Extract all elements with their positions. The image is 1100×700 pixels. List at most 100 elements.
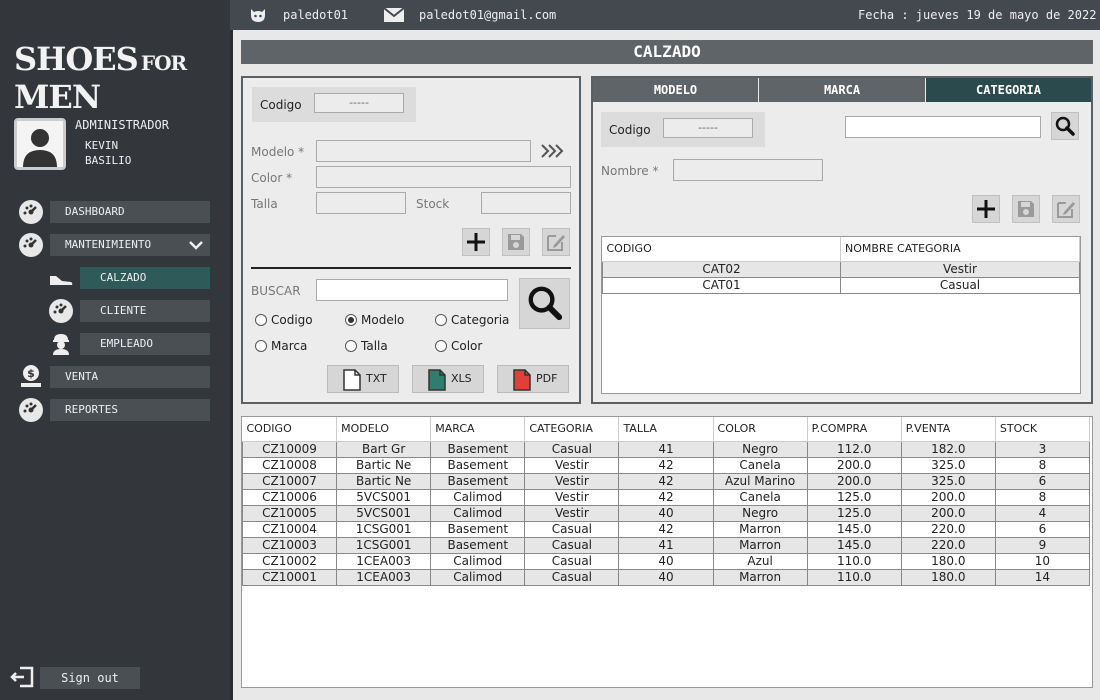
radio-talla[interactable]: Talla — [345, 339, 388, 355]
sidebar: SHOES FOR MEN ADMINISTRADOR KEVIN BASILI… — [0, 0, 230, 700]
edit-button[interactable] — [542, 228, 570, 256]
color-field[interactable] — [316, 166, 571, 188]
modelo-field[interactable] — [316, 140, 531, 162]
gauge-icon — [19, 233, 43, 257]
table-cell: CZ10008 — [241, 456, 338, 474]
stock-field[interactable] — [481, 192, 571, 214]
table-row[interactable]: CZ10007 Bartic Ne Basement Vestir 42 Azul Mar… — [241, 472, 1091, 490]
nav-dashboard[interactable]: DASHBOARD — [50, 201, 210, 223]
tab-marca[interactable]: MARCA — [759, 78, 925, 102]
talla-field[interactable] — [316, 192, 406, 214]
table-cell: 1CEA003 — [336, 568, 432, 586]
column-header[interactable]: MODELO — [336, 417, 432, 442]
column-header[interactable]: TALLA — [618, 417, 714, 442]
column-header[interactable]: NOMBRE CATEGORIA — [840, 237, 1080, 262]
table-cell: CZ10004 — [241, 520, 338, 538]
sign-out-button[interactable]: Sign out — [40, 667, 140, 689]
column-header[interactable]: CODIGO — [602, 237, 841, 262]
radio-categoria[interactable]: Categoria — [435, 313, 509, 329]
divider — [251, 267, 571, 269]
table-row[interactable]: CZ10004 1CSG001 Basement Casual 42 Marron 145.… — [241, 520, 1091, 538]
tab-categoria[interactable]: CATEGORIA — [926, 78, 1091, 102]
table-row[interactable]: CAT01 Casual — [602, 276, 1080, 294]
export-txt-button[interactable]: TXT — [327, 365, 399, 393]
table-row[interactable]: CZ10003 1CSG001 Basement Casual 41 Marron 145.… — [241, 536, 1091, 554]
topbar-username: paledot01 — [283, 8, 349, 22]
radio-dot-marca — [255, 340, 267, 352]
radio-dot-modelo — [345, 314, 357, 326]
table-cell: 9 — [994, 536, 1091, 554]
table-row[interactable]: CZ10005 5VCS001 Calimod Vestir 40 Negro 125.0 2… — [241, 504, 1091, 522]
edit-icon — [1057, 202, 1075, 218]
table-cell: Casual — [524, 552, 620, 570]
tab-modelo[interactable]: MODELO — [593, 78, 758, 102]
table-row[interactable]: CZ10008 Bartic Ne Basement Vestir 42 Canela 20… — [241, 456, 1091, 474]
github-icon — [248, 5, 268, 28]
main-content: CALZADO Codigo ----- Modelo * Color * Ta… — [230, 30, 1100, 700]
codigo-label: Codigo — [260, 98, 302, 112]
table-row[interactable]: CZ10001 1CEA003 Calimod Casual 40 Marron 110.0… — [241, 568, 1091, 586]
table-row[interactable]: CAT02 Vestir — [602, 260, 1080, 278]
table-cell: Calimod — [430, 568, 526, 586]
radio-modelo[interactable]: Modelo — [345, 313, 404, 329]
table-cell: Bart Gr — [336, 440, 432, 458]
table-cell: CZ10005 — [241, 504, 338, 522]
table-cell: CZ10007 — [241, 472, 338, 490]
table-cell: Vestir — [524, 472, 620, 490]
buscar-field[interactable] — [316, 279, 508, 301]
radio-codigo[interactable]: Codigo — [255, 313, 313, 329]
top-bar: paledot01 paledot01@gmail.com Fecha : ju… — [230, 0, 1100, 30]
column-header[interactable]: MARCA — [430, 417, 526, 442]
sign-out-icon[interactable] — [10, 665, 34, 689]
nav-venta[interactable]: VENTA — [50, 366, 210, 388]
export-pdf-button[interactable]: PDF — [497, 365, 569, 393]
table-cell: 8 — [994, 488, 1091, 506]
calzado-form-panel: Codigo ----- Modelo * Color * Talla Stoc… — [241, 76, 581, 404]
table-cell: 180.0 — [900, 568, 996, 586]
save-button[interactable] — [502, 228, 530, 256]
nav-calzado[interactable]: CALZADO — [80, 267, 210, 289]
table-cell: CZ10001 — [241, 568, 338, 586]
export-xls-button[interactable]: XLS — [412, 365, 484, 393]
radio-color[interactable]: Color — [435, 339, 482, 355]
search-button[interactable] — [519, 278, 570, 329]
search-icon — [1055, 116, 1075, 136]
column-header[interactable]: P.COMPRA — [807, 417, 902, 442]
categoria-table: CODIGO NOMBRE CATEGORIA CAT02 Vestir CAT… — [601, 236, 1081, 394]
table-cell: 200.0 — [806, 456, 902, 474]
table-row[interactable]: CZ10002 1CEA003 Calimod Casual 40 Azul 110.0 18… — [241, 552, 1091, 570]
column-header[interactable]: STOCK — [995, 417, 1091, 442]
table-cell: Vestir — [524, 504, 620, 522]
nav-reportes[interactable]: REPORTES — [50, 399, 210, 421]
save-icon — [1018, 201, 1034, 217]
cat-save-button[interactable] — [1012, 195, 1040, 223]
nav-empleado[interactable]: EMPLEADO — [80, 333, 210, 355]
gauge-icon — [19, 398, 43, 422]
cat-edit-button[interactable] — [1052, 195, 1080, 223]
column-header[interactable]: P.VENTA — [901, 417, 996, 442]
column-header[interactable]: CODIGO — [242, 417, 338, 442]
table-row[interactable]: CZ10006 5VCS001 Calimod Vestir 42 Canela 125.0… — [241, 488, 1091, 506]
radio-marca[interactable]: Marca — [255, 339, 307, 355]
cat-search-button[interactable] — [1051, 112, 1079, 140]
table-cell: 1CSG001 — [336, 520, 432, 538]
cat-nombre-field[interactable] — [673, 159, 823, 181]
nav-mantenimiento[interactable]: MANTENIMIENTO — [50, 234, 210, 256]
cat-search-input[interactable] — [845, 116, 1041, 138]
table-cell: Basement — [430, 472, 526, 490]
add-button[interactable] — [462, 228, 490, 256]
nav-cliente[interactable]: CLIENTE — [80, 300, 210, 322]
table-cell: 325.0 — [900, 456, 996, 474]
table-cell: 1CEA003 — [336, 552, 432, 570]
table-cell: 325.0 — [900, 472, 996, 490]
chevrons-right-icon[interactable] — [539, 140, 565, 165]
table-cell: 200.0 — [900, 504, 996, 522]
table-cell: CAT01 — [602, 276, 841, 294]
table-row[interactable]: CZ10009 Bart Gr Basement Casual 41 Negro 112.0… — [241, 440, 1091, 458]
column-header[interactable]: CATEGORIA — [524, 417, 620, 442]
shoe-icon — [48, 266, 73, 290]
table-cell: Casual — [840, 276, 1080, 294]
cat-add-button[interactable] — [972, 195, 1000, 223]
topbar-date: Fecha : jueves 19 de mayo de 2022 — [858, 8, 1097, 22]
column-header[interactable]: COLOR — [713, 417, 808, 442]
